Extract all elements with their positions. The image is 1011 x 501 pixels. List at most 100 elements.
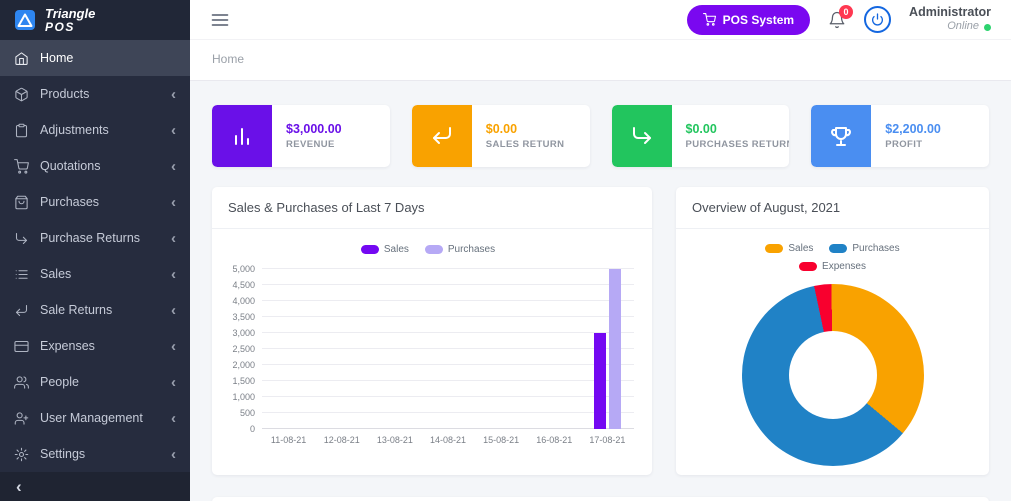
logo[interactable]: Triangle POS bbox=[0, 0, 190, 40]
purchases-icon bbox=[14, 195, 29, 210]
bar-column-13-08-21 bbox=[368, 269, 421, 429]
legend-swatch bbox=[425, 245, 443, 254]
legend-label: Sales bbox=[788, 243, 813, 254]
xaxis-tick-label: 17-08-21 bbox=[581, 435, 634, 445]
yaxis-tick-label: 500 bbox=[240, 408, 255, 418]
notifications-button[interactable]: 0 bbox=[828, 11, 846, 29]
sidebar-item-label: Sales bbox=[40, 267, 160, 281]
sidebar-item-quotations[interactable]: Quotations‹ bbox=[0, 148, 190, 184]
content: $3,000.00REVENUE$0.00SALES RETURN$0.00PU… bbox=[190, 81, 1011, 501]
sidebar-item-settings[interactable]: Settings‹ bbox=[0, 436, 190, 472]
xaxis-tick-label: 15-08-21 bbox=[475, 435, 528, 445]
stat-value: $3,000.00 bbox=[286, 122, 342, 136]
sidebar-item-sales[interactable]: Sales‹ bbox=[0, 256, 190, 292]
logo-line1: Triangle bbox=[45, 7, 95, 21]
legend-swatch bbox=[361, 245, 379, 254]
online-status-dot bbox=[984, 24, 991, 31]
xaxis-tick-label: 12-08-21 bbox=[315, 435, 368, 445]
pos-system-button[interactable]: POS System bbox=[687, 5, 810, 35]
sidebar-collapse-button[interactable]: ‹ bbox=[16, 478, 22, 495]
bar-purchases-17-08-21[interactable] bbox=[609, 269, 621, 429]
bar-column-16-08-21 bbox=[528, 269, 581, 429]
legend-label: Purchases bbox=[852, 243, 899, 254]
chevron-left-icon: ‹ bbox=[171, 195, 176, 210]
sidebar-item-products[interactable]: Products‹ bbox=[0, 76, 190, 112]
sidebar-item-label: Sale Returns bbox=[40, 303, 160, 317]
yaxis-tick-label: 1,500 bbox=[232, 376, 255, 386]
yaxis-tick-label: 3,000 bbox=[232, 328, 255, 338]
sidebar-item-adjustments[interactable]: Adjustments‹ bbox=[0, 112, 190, 148]
sidebar-item-label: People bbox=[40, 375, 160, 389]
donut-chart-title: Overview of August, 2021 bbox=[676, 187, 989, 229]
legend-item-expenses[interactable]: Expenses bbox=[799, 261, 866, 272]
quotations-icon bbox=[14, 159, 29, 174]
bars-layer bbox=[262, 269, 634, 429]
bar-chart-xaxis: 11-08-2112-08-2113-08-2114-08-2115-08-21… bbox=[262, 435, 634, 445]
menu-icon bbox=[210, 10, 230, 30]
yaxis-tick-label: 2,000 bbox=[232, 360, 255, 370]
topbar-right: POS System 0 Administrator Online bbox=[687, 5, 991, 35]
sidebar-item-people[interactable]: People‹ bbox=[0, 364, 190, 400]
donut-hole bbox=[789, 331, 877, 419]
stat-text: $0.00SALES RETURN bbox=[472, 122, 565, 150]
legend-swatch bbox=[829, 244, 847, 253]
sidebar-item-purchases[interactable]: Purchases ‹ bbox=[0, 184, 190, 220]
sidebar-item-user-management[interactable]: User Management ‹ bbox=[0, 400, 190, 436]
power-icon bbox=[871, 13, 884, 26]
bar-chart-body: SalesPurchases 05001,0001,5002,0002,5003… bbox=[212, 229, 652, 453]
bar-chart-title: Sales & Purchases of Last 7 Days bbox=[212, 187, 652, 229]
donut-chart bbox=[742, 284, 924, 466]
sidebar-menu: HomeProducts‹Adjustments‹Quotations‹Purc… bbox=[0, 40, 190, 472]
bar-column-12-08-21 bbox=[315, 269, 368, 429]
user-avatar[interactable] bbox=[864, 6, 891, 33]
user-meta[interactable]: Administrator Online bbox=[909, 5, 991, 33]
stat-card-sales-return: $0.00SALES RETURN bbox=[412, 105, 590, 167]
stat-label: SALES RETURN bbox=[486, 139, 565, 150]
settings-icon bbox=[14, 447, 29, 462]
sidebar-item-label: User Management bbox=[40, 411, 160, 425]
sidebar-item-sale-returns[interactable]: Sale Returns ‹ bbox=[0, 292, 190, 328]
legend-label: Expenses bbox=[822, 261, 866, 272]
legend-swatch bbox=[799, 262, 817, 271]
home-icon bbox=[14, 51, 29, 66]
triangle-logo-icon bbox=[13, 8, 37, 32]
sidebar-item-label: Purchases bbox=[40, 195, 160, 209]
stats-row: $3,000.00REVENUE$0.00SALES RETURN$0.00PU… bbox=[212, 105, 989, 167]
sidebar-item-home[interactable]: Home bbox=[0, 40, 190, 76]
stat-card-purchases-return: $0.00PURCHASES RETURN bbox=[612, 105, 790, 167]
chevron-left-icon: ‹ bbox=[171, 303, 176, 318]
bar-chart-yaxis: 05001,0001,5002,0002,5003,0003,5004,0004… bbox=[222, 269, 262, 429]
charts-row: Sales & Purchases of Last 7 Days Sales Pu… bbox=[212, 187, 989, 475]
breadcrumb[interactable]: Home bbox=[212, 52, 244, 66]
yaxis-tick-label: 4,000 bbox=[232, 296, 255, 306]
sidebar-item-label: Purchase Returns bbox=[40, 231, 160, 245]
cart-icon bbox=[703, 13, 716, 26]
xaxis-tick-label: 14-08-21 bbox=[421, 435, 474, 445]
sidebar-item-purchase-returns[interactable]: Purchase Returns ‹ bbox=[0, 220, 190, 256]
sidebar-item-label: Home bbox=[40, 51, 176, 65]
donut-chart-legend: Sales Purchases Expenses bbox=[745, 243, 920, 272]
legend-item-sales[interactable]: Sales bbox=[765, 243, 813, 254]
bottom-card bbox=[212, 497, 989, 501]
legend-item-purchases[interactable]: Purchases bbox=[425, 244, 495, 255]
people-icon bbox=[14, 375, 29, 390]
donut-chart-body: Sales Purchases Expenses bbox=[676, 229, 989, 475]
chevron-left-icon: ‹ bbox=[171, 411, 176, 426]
sidebar-footer: ‹ bbox=[0, 472, 190, 501]
legend-item-purchases[interactable]: Purchases bbox=[829, 243, 899, 254]
user-management-icon bbox=[14, 411, 29, 426]
xaxis-tick-label: 11-08-21 bbox=[262, 435, 315, 445]
logo-text: Triangle POS bbox=[45, 7, 95, 33]
bar-sales-17-08-21[interactable] bbox=[594, 333, 606, 429]
legend-item-sales[interactable]: Sales bbox=[361, 244, 409, 255]
bar-column-14-08-21 bbox=[421, 269, 474, 429]
sidebar: Triangle POS Home Products‹Adjustments‹Qu… bbox=[0, 0, 190, 501]
app-root: Triangle POS Home Products‹Adjustments‹Qu… bbox=[0, 0, 1011, 501]
hamburger-menu-button[interactable] bbox=[210, 10, 230, 30]
products-icon bbox=[14, 87, 29, 102]
purchase-returns-icon bbox=[14, 231, 29, 246]
xaxis-tick-label: 13-08-21 bbox=[368, 435, 421, 445]
chevron-left-icon: ‹ bbox=[171, 231, 176, 246]
bar-chart-card: Sales & Purchases of Last 7 Days Sales Pu… bbox=[212, 187, 652, 475]
sidebar-item-expenses[interactable]: Expenses‹ bbox=[0, 328, 190, 364]
